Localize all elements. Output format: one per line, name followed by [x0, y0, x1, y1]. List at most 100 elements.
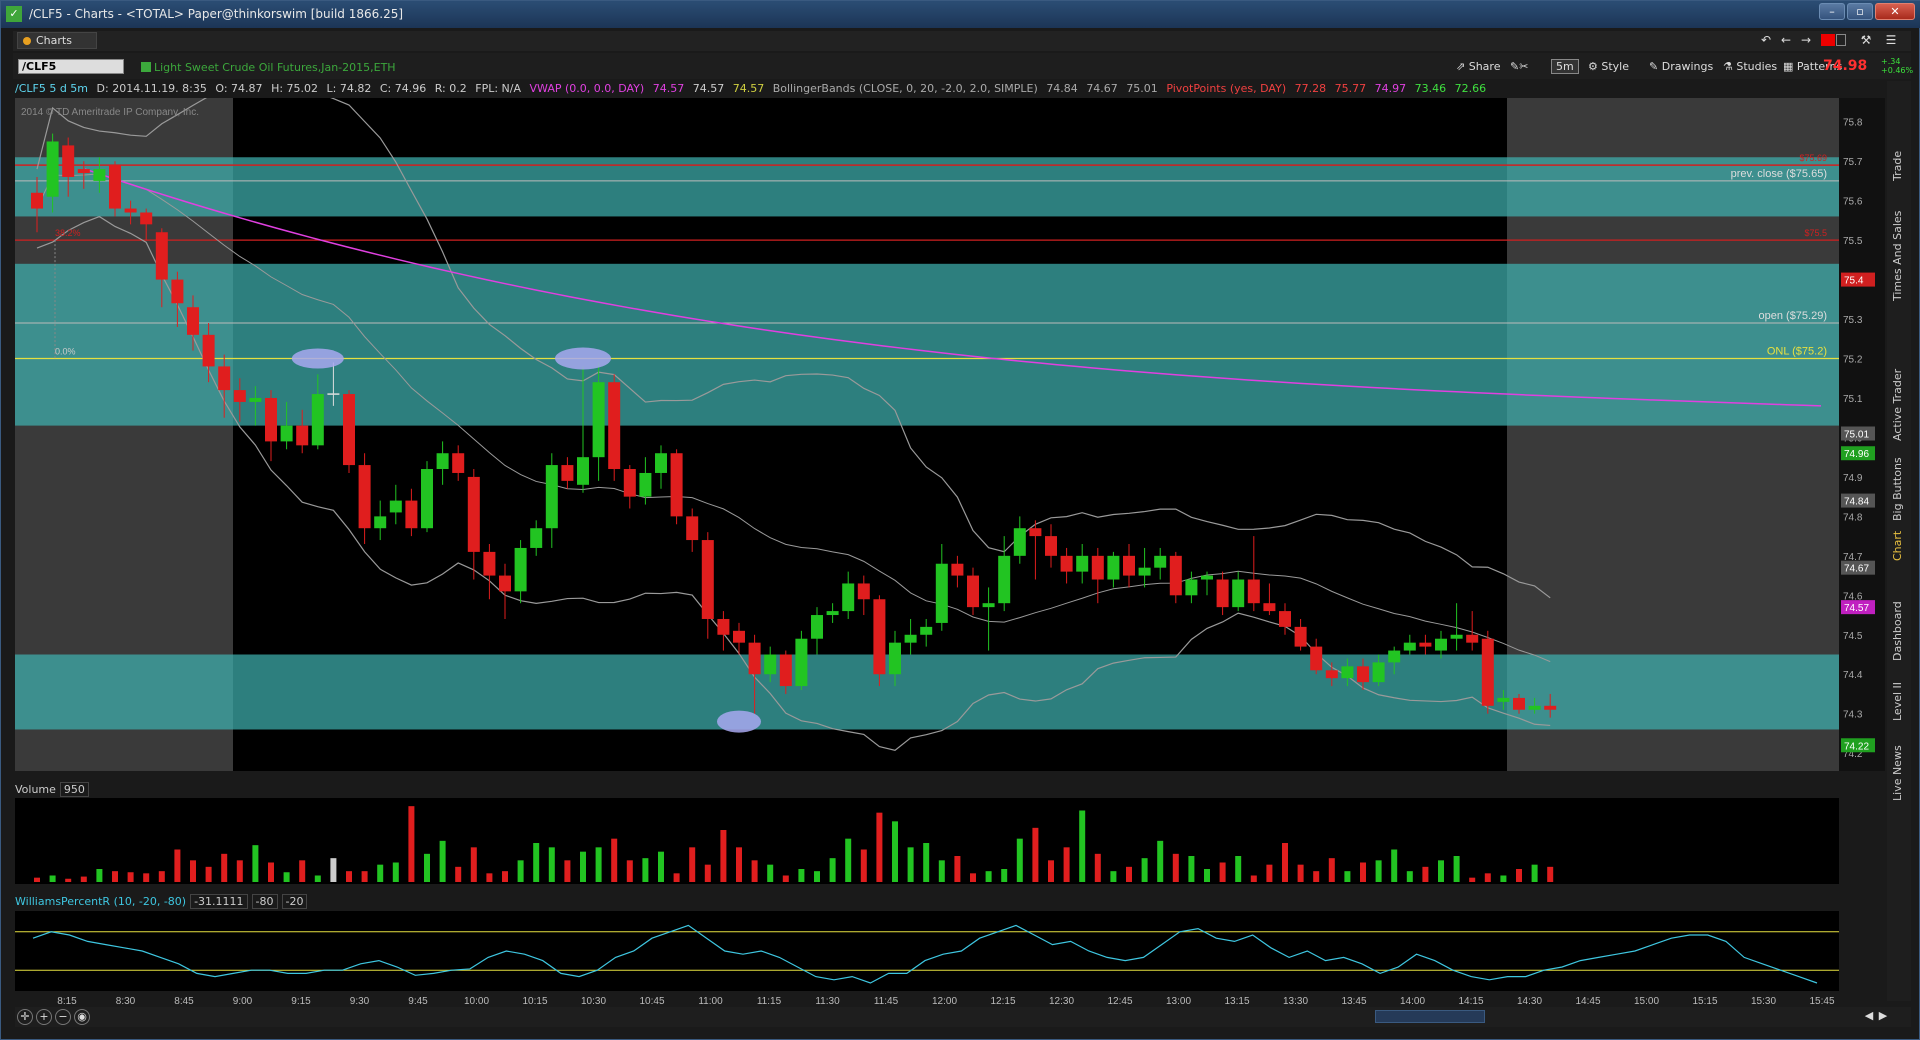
- price-tick-label: 75.2: [1843, 355, 1863, 366]
- volume-bar: [1188, 856, 1195, 882]
- volume-bar: [954, 856, 961, 882]
- candle-body: [280, 425, 293, 442]
- candle-body: [62, 145, 75, 177]
- bollinger-value: 75.01: [1126, 82, 1158, 95]
- candle-body: [1138, 567, 1151, 576]
- volume-bar: [80, 876, 87, 882]
- pivot-study-label[interactable]: PivotPoints (yes, DAY): [1166, 82, 1286, 95]
- volume-panel[interactable]: 3,0002,0001,0000: [15, 798, 1839, 884]
- prev-close-label: prev. close ($75.65): [1731, 168, 1827, 180]
- williams-label[interactable]: WilliamsPercentR (10, -20, -80): [15, 895, 186, 908]
- price-tick-label: 75.1: [1843, 394, 1863, 405]
- bar-range: R: 0.2: [434, 82, 467, 95]
- candle-body: [748, 642, 761, 675]
- pan-icon[interactable]: ✛: [17, 1009, 33, 1025]
- tab-charts[interactable]: Charts: [17, 32, 97, 49]
- scroll-right-icon[interactable]: ▶: [1875, 1009, 1891, 1025]
- candle-body: [561, 465, 574, 481]
- volume-bar: [205, 866, 212, 882]
- time-tick-label: 11:00: [698, 996, 723, 1007]
- vwap-study-label[interactable]: VWAP (0.0, 0.0, DAY): [530, 82, 645, 95]
- forward-icon[interactable]: →: [1798, 32, 1814, 49]
- menu-icon[interactable]: ☰: [1883, 32, 1899, 49]
- williams-oversold: -20: [281, 894, 308, 909]
- volume-bar: [377, 864, 384, 882]
- time-tick-label: 13:00: [1166, 996, 1191, 1007]
- candle-body: [311, 394, 324, 446]
- volume-bar: [1048, 860, 1054, 882]
- candle-body: [577, 457, 589, 485]
- volume-bar: [268, 862, 274, 882]
- volume-bar: [1484, 873, 1491, 882]
- volume-bar: [1079, 810, 1086, 882]
- price-band: [15, 263, 1839, 426]
- interval-selector[interactable]: 5m: [1551, 59, 1579, 74]
- williams-panel[interactable]: 0-50-100-31.111: [15, 911, 1839, 991]
- candle-body: [1497, 697, 1510, 702]
- onl-label: ONL ($75.2): [1767, 346, 1827, 358]
- volume-bar: [860, 849, 867, 882]
- price-tick-label: 75.3: [1843, 315, 1863, 326]
- volume-bar: [1406, 871, 1413, 882]
- candle-body: [202, 334, 215, 367]
- bollinger-value: 74.67: [1086, 82, 1118, 95]
- volume-bar: [1126, 866, 1132, 882]
- back-icon[interactable]: ←: [1778, 32, 1794, 49]
- layout-icon[interactable]: [1836, 34, 1846, 46]
- time-tick-label: 10:00: [464, 996, 489, 1007]
- close-button[interactable]: ✕: [1875, 3, 1915, 20]
- highlight-marker: [555, 347, 611, 370]
- time-scrollbar-thumb[interactable]: [1375, 1010, 1485, 1023]
- volume-bar: [1531, 864, 1538, 882]
- volume-header: Volume 950: [15, 782, 89, 797]
- volume-bar: [1344, 871, 1351, 882]
- candle-body: [171, 279, 184, 304]
- undo-icon[interactable]: ↶: [1758, 32, 1774, 49]
- wrench-icon[interactable]: ⚒: [1858, 32, 1874, 49]
- time-tick-label: 12:30: [1049, 996, 1074, 1007]
- volume-bar: [892, 821, 898, 882]
- volume-bar: [907, 847, 914, 882]
- volume-bar: [626, 860, 633, 882]
- candle-body: [405, 500, 418, 529]
- candle-body: [1310, 646, 1323, 671]
- volume-bar: [704, 864, 711, 882]
- symbol-input[interactable]: /CLF5: [18, 59, 124, 74]
- price-tick-label: 74.8: [1843, 512, 1863, 523]
- candle-body: [1060, 555, 1073, 572]
- volume-bar: [1204, 869, 1210, 882]
- style-button[interactable]: ⚙ Style: [1588, 58, 1629, 75]
- drawing-mode-icon[interactable]: ◉: [74, 1009, 90, 1025]
- price-chart-svg[interactable]: 2014 © TD Ameritrade IP Company, Inc. pre…: [15, 98, 1839, 771]
- price-badge-label: 74.67: [1844, 564, 1869, 575]
- time-tick-label: 13:30: [1283, 996, 1308, 1007]
- sidebar-tab-label: Dashboard: [1891, 601, 1904, 661]
- candle-body: [389, 500, 402, 513]
- volume-bar: [1469, 877, 1476, 882]
- volume-bar: [923, 843, 930, 882]
- studies-label: Studies: [1736, 60, 1778, 73]
- candle-body: [1154, 555, 1167, 568]
- zoom-out-icon[interactable]: −: [55, 1009, 71, 1025]
- zoom-in-icon[interactable]: +: [36, 1009, 52, 1025]
- volume-bar: [736, 847, 742, 882]
- volume-bar: [1516, 869, 1522, 882]
- bollinger-study-label[interactable]: BollingerBands (CLOSE, 0, 20, -2.0, 2.0,…: [773, 82, 1038, 95]
- pivot-value: 73.46: [1414, 82, 1447, 95]
- sidebar-tab-label: Level II: [1891, 681, 1904, 721]
- time-tick-label: 11:30: [815, 996, 840, 1007]
- price-chart-panel[interactable]: 2014 © TD Ameritrade IP Company, Inc. pre…: [15, 98, 1839, 771]
- volume-bar: [782, 875, 789, 882]
- volume-bar: [1063, 847, 1070, 882]
- price-band: [15, 157, 1839, 217]
- volume-bar: [1032, 827, 1039, 882]
- candle-body: [483, 551, 496, 576]
- share-button[interactable]: ⇗ Share: [1456, 58, 1500, 75]
- color-link-icon[interactable]: [1821, 34, 1835, 46]
- candle-body: [998, 555, 1011, 604]
- drawing-tools-icon[interactable]: ✎✂: [1510, 58, 1528, 75]
- minimize-button[interactable]: –: [1819, 3, 1845, 20]
- drawings-button[interactable]: ✎ Drawings: [1649, 58, 1713, 75]
- studies-button[interactable]: ⚗ Studies: [1723, 58, 1777, 75]
- maximize-button[interactable]: ▫: [1847, 3, 1873, 20]
